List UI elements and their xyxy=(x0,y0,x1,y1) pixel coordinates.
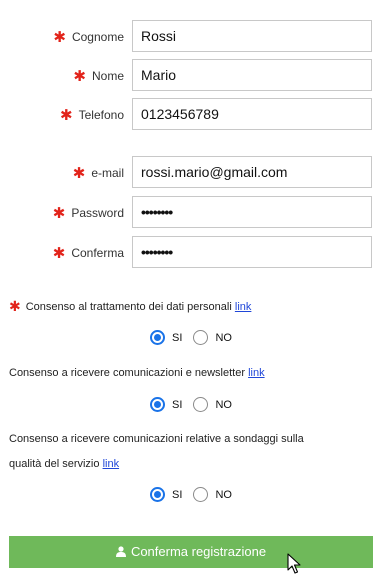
telefono-input[interactable]: 0123456789 xyxy=(132,98,372,130)
conferma-registrazione-button[interactable]: Conferma registrazione xyxy=(9,536,373,568)
cognome-input[interactable]: Rossi xyxy=(132,20,372,52)
radio-label-no: NO xyxy=(215,488,232,501)
required-mark: ✱ xyxy=(53,29,66,46)
consent-newsletter-link[interactable]: link xyxy=(248,367,265,379)
required-mark: ✱ xyxy=(52,245,66,262)
consent-privacy-link[interactable]: link xyxy=(235,301,252,313)
nome-input[interactable]: Mario xyxy=(132,59,372,91)
radio-label-si: SI xyxy=(172,488,183,501)
cognome-label: ✱ Cognome xyxy=(53,29,124,46)
email-input[interactable]: rossi.mario@gmail.com xyxy=(132,156,372,188)
conferma-password-input[interactable]: •••••••• xyxy=(132,236,372,268)
consent-newsletter-radio-no[interactable] xyxy=(193,397,209,412)
password-label: ✱ Password xyxy=(52,205,124,222)
radio-label-no: NO xyxy=(215,331,232,344)
consent-survey-text-line2: qualità del servizio link xyxy=(9,458,120,470)
consent-privacy-radio-no[interactable] xyxy=(193,330,209,345)
user-icon xyxy=(115,537,126,569)
radio-label-si: SI xyxy=(172,398,183,411)
consent-survey-text: Consenso a ricevere comunicazioni relati… xyxy=(9,433,304,445)
nome-row: ✱ Nome Mario xyxy=(0,59,378,93)
nome-label: ✱ Nome xyxy=(73,68,124,85)
cognome-row: ✱ Cognome Rossi xyxy=(0,20,378,54)
consent-survey-radio-si[interactable] xyxy=(150,487,165,502)
required-mark: ✱ xyxy=(52,205,66,222)
conferma-row: ✱ Conferma •••••••• xyxy=(0,236,378,270)
conferma-label: ✱ Conferma xyxy=(52,245,124,262)
consent-privacy-radio-si[interactable] xyxy=(150,330,165,345)
required-mark: ✱ xyxy=(60,107,73,124)
consent-newsletter-text: Consenso a ricevere comunicazioni e news… xyxy=(9,367,265,379)
consent-survey-options: SI NO xyxy=(150,487,240,507)
consent-privacy-options: SI NO xyxy=(150,330,240,350)
radio-label-si: SI xyxy=(172,331,183,344)
telefono-label: ✱ Telefono xyxy=(60,107,124,124)
consent-newsletter-radio-si[interactable] xyxy=(150,397,165,412)
consent-privacy-text: ✱ Consenso al trattamento dei dati person… xyxy=(9,298,252,314)
required-mark: ✱ xyxy=(72,165,86,182)
required-mark: ✱ xyxy=(73,68,86,85)
radio-label-no: NO xyxy=(215,398,232,411)
consent-survey-link[interactable]: link xyxy=(103,458,120,470)
required-mark: ✱ xyxy=(9,298,21,314)
email-row: ✱ e-mail rossi.mario@gmail.com xyxy=(0,156,378,190)
password-row: ✱ Password •••••••• xyxy=(0,196,378,230)
telefono-row: ✱ Telefono 0123456789 xyxy=(0,98,378,132)
consent-survey-radio-no[interactable] xyxy=(193,487,209,502)
email-label: ✱ e-mail xyxy=(72,165,124,182)
password-input[interactable]: •••••••• xyxy=(132,196,372,228)
consent-newsletter-options: SI NO xyxy=(150,397,240,417)
submit-label: Conferma registrazione xyxy=(130,544,267,559)
